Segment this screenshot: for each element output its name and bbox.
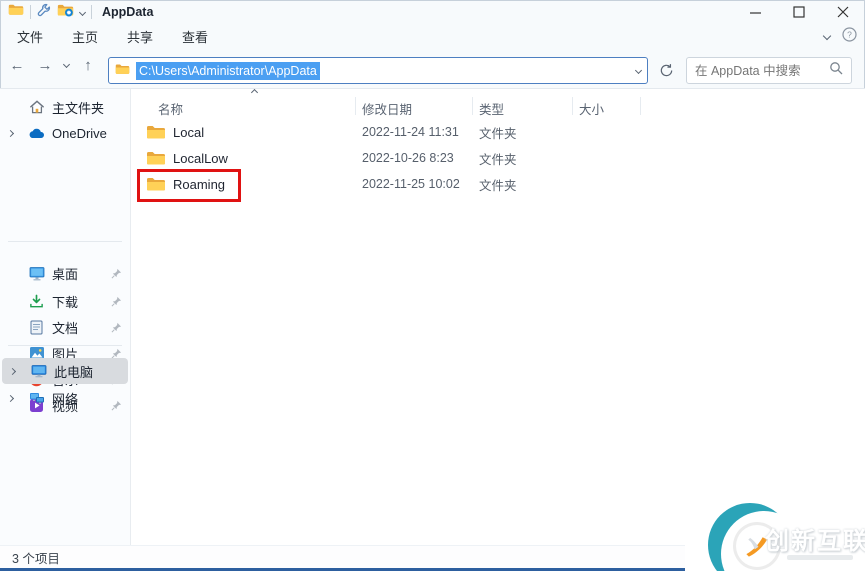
up-button[interactable]: ↑: [79, 57, 97, 74]
ribbon-tabs: 文件 主页 共享 查看 ?: [0, 24, 865, 49]
home-icon: [28, 99, 45, 116]
window-controls: [733, 0, 865, 24]
divider: [8, 241, 122, 242]
sidebar-item-label: 此电脑: [54, 364, 94, 380]
sort-ascending-icon: [250, 88, 259, 97]
pin-icon: [111, 347, 122, 359]
tab-view[interactable]: 查看: [170, 24, 220, 49]
file-date: 2022-11-25 10:02: [362, 177, 460, 191]
onedrive-cloud-icon: [28, 125, 45, 142]
folder-icon: [147, 152, 165, 165]
address-path-selected-text[interactable]: C:\Users\Administrator\AppData: [136, 61, 320, 80]
back-button[interactable]: ←: [8, 57, 26, 74]
sidebar-item-label: 文档: [52, 320, 79, 336]
file-row-local[interactable]: Local 2022-11-24 11:31 文件夹: [140, 119, 696, 145]
new-folder-button[interactable]: [57, 3, 74, 22]
tab-share[interactable]: 共享: [115, 24, 165, 49]
explorer-window: AppData 文件 主页 共享 查看 ? ← → ↑ C:\Users\Adm…: [0, 0, 865, 571]
roaming-highlight-annotation: [137, 169, 241, 202]
sidebar-item-documents[interactable]: 文档: [0, 314, 130, 340]
watermark-subtext-bar: [787, 555, 853, 560]
column-header-size[interactable]: 大小: [579, 99, 604, 118]
maximize-button[interactable]: [777, 0, 821, 24]
download-icon: [28, 293, 45, 310]
search-input[interactable]: [695, 63, 829, 78]
item-count: 3 个项目: [12, 551, 60, 566]
file-name: LocalLow: [173, 150, 228, 166]
address-bar[interactable]: C:\Users\Administrator\AppData: [108, 57, 648, 84]
divider[interactable]: [572, 97, 573, 115]
column-header-type[interactable]: 类型: [479, 99, 504, 118]
collapse-ribbon-chevron-icon[interactable]: [822, 31, 832, 41]
sidebar-item-onedrive[interactable]: OneDrive: [0, 120, 130, 146]
file-row-locallow[interactable]: LocalLow 2022-10-26 8:23 文件夹: [140, 145, 696, 171]
tab-file[interactable]: 文件: [5, 24, 55, 49]
properties-button[interactable]: [37, 3, 51, 22]
sidebar-item-this-pc[interactable]: 此电脑: [2, 358, 128, 384]
watermark: 创新互联: [685, 495, 865, 571]
file-type: 文件夹: [479, 152, 517, 167]
sidebar-item-label: 桌面: [52, 266, 79, 282]
watermark-text: 创新互联: [765, 528, 865, 555]
forward-button[interactable]: →: [36, 57, 54, 74]
document-icon: [28, 319, 45, 336]
sidebar-item-home[interactable]: 主文件夹: [0, 94, 130, 120]
search-box: [686, 57, 852, 84]
divider: [91, 5, 92, 19]
pin-icon: [111, 267, 122, 279]
divider[interactable]: [355, 97, 356, 115]
network-icon: [28, 390, 45, 407]
sidebar-item-label: OneDrive: [52, 125, 107, 141]
quick-access-toolbar: AppData: [0, 3, 153, 22]
pin-icon: [111, 295, 122, 307]
divider: [30, 5, 31, 19]
close-button[interactable]: [821, 0, 865, 24]
expand-chevron-icon[interactable]: [8, 367, 16, 375]
column-headers: 名称 修改日期 类型 大小: [140, 88, 696, 119]
file-date: 2022-10-26 8:23: [362, 151, 454, 165]
desktop-icon: [28, 265, 45, 282]
column-header-name[interactable]: 名称: [158, 99, 183, 118]
file-type: 文件夹: [479, 178, 517, 193]
this-pc-icon: [30, 363, 47, 380]
navigation-toolbar: ← → ↑ C:\Users\Administrator\AppData: [0, 49, 865, 89]
address-folder-icon: [115, 62, 130, 80]
file-list-pane: 名称 修改日期 类型 大小 Local 2022-11-24 11:31 文件夹…: [131, 88, 865, 545]
address-dropdown-chevron-icon[interactable]: [634, 66, 643, 75]
help-icon[interactable]: ?: [842, 27, 857, 45]
divider[interactable]: [640, 97, 641, 115]
sidebar-item-label: 网络: [52, 391, 79, 407]
sidebar-item-downloads[interactable]: 下载: [0, 288, 130, 314]
pin-icon: [111, 321, 122, 333]
file-type: 文件夹: [479, 126, 517, 141]
divider[interactable]: [472, 97, 473, 115]
expand-chevron-icon[interactable]: [6, 394, 14, 402]
window-title: AppData: [102, 5, 154, 19]
sidebar-item-network[interactable]: 网络: [0, 385, 130, 411]
expand-chevron-icon[interactable]: [6, 129, 14, 137]
folder-icon: [8, 3, 24, 21]
search-icon[interactable]: [829, 61, 843, 80]
sidebar-item-desktop[interactable]: 桌面: [0, 260, 130, 286]
tab-home[interactable]: 主页: [60, 24, 110, 49]
file-date: 2022-11-24 11:31: [362, 125, 459, 139]
sidebar-item-label: 下载: [52, 294, 79, 310]
folder-icon: [147, 126, 165, 139]
title-bar: AppData: [0, 0, 865, 24]
file-name: Local: [173, 124, 205, 140]
customize-qat-chevron-icon[interactable]: [78, 8, 87, 16]
recent-locations-chevron-icon[interactable]: [62, 60, 71, 69]
sidebar-item-label: 主文件夹: [52, 100, 105, 116]
navigation-pane: 主文件夹 OneDrive 桌面 下载 文档 图片 视频 此电脑 网络: [0, 89, 130, 545]
svg-text:?: ?: [847, 30, 852, 40]
minimize-button[interactable]: [733, 0, 777, 24]
column-header-date[interactable]: 修改日期: [362, 99, 412, 118]
divider: [8, 345, 122, 346]
refresh-button[interactable]: [655, 59, 677, 81]
